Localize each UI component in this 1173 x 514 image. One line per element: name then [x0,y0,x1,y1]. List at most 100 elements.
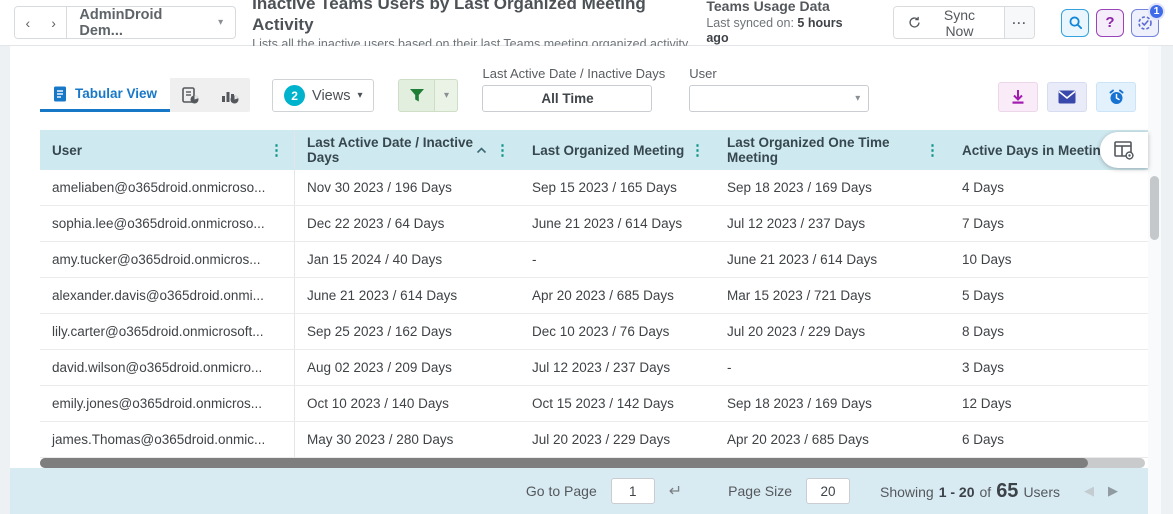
data-grid: User ⋮ Last Active Date / Inactive Days ⋮ La… [40,130,1148,458]
more-options-button[interactable]: ··· [1004,7,1034,38]
table-cell-active-days-in-meeting: 3 Days [962,360,1005,375]
views-label: Views [312,87,351,104]
tab-tabular-view[interactable]: Tabular View [40,78,171,112]
pending-tasks-button[interactable]: 1 [1131,2,1165,37]
go-to-page-input[interactable] [610,478,655,504]
search-icon [1068,15,1083,30]
filter-funnel-icon [409,88,425,103]
triangle-right-icon: ▶ [1108,483,1118,498]
table-cell-last-active-date: May 30 2023 / 280 Days [307,432,454,447]
download-icon [1010,89,1026,105]
page-size-input[interactable] [805,478,850,504]
tab-report-view[interactable] [170,78,210,112]
chevron-down-icon: ▾ [443,90,449,101]
column-settings-button[interactable] [1100,132,1148,168]
user-filter-dropdown[interactable]: ▾ [689,85,870,112]
chevron-left-icon: ‹ [25,14,31,31]
horizontal-scrollbar-thumb[interactable] [40,458,1088,468]
column-menu-icon[interactable]: ⋮ [690,143,705,158]
table-row[interactable]: david.wilson@o365droid.onmicro... Aug 02 … [40,350,1148,386]
last-active-date-filter-input[interactable] [482,85,653,112]
filter-field-user: User ▾ [689,66,870,112]
table-row[interactable]: sophia.lee@o365droid.onmicroso... Dec 22 … [40,206,1148,242]
table-row[interactable]: lily.carter@o365droid.onmicrosoft... Sep … [40,314,1148,350]
filter-button[interactable] [398,79,436,112]
page-title: Inactive Teams Users by Last Organized M… [252,0,646,34]
table-cell-last-organized-one-time-meeting: Jul 20 2023 / 229 Days [727,324,866,339]
forward-button[interactable]: › [40,7,67,38]
table-row[interactable]: amy.tucker@o365droid.onmicros... Jan 15 2… [40,242,1148,278]
download-button[interactable] [998,82,1038,112]
bar-chart-pie-icon [221,87,239,104]
column-header-user[interactable]: User ⋮ [40,130,295,170]
column-menu-icon[interactable]: ⋮ [495,143,510,158]
of-label: of [979,483,992,500]
table-cell-last-organized-meeting: June 21 2023 / 614 Days [532,216,683,231]
page-size-label: Page Size [728,483,792,499]
back-button[interactable]: ‹ [15,7,41,38]
tenant-dropdown[interactable]: AdminDroid Dem... ▾ [66,7,235,38]
chevron-down-icon: ▾ [357,90,363,101]
table-cell-user: ameliaben@o365droid.onmicroso... [40,170,295,205]
table-cell-user: lily.carter@o365droid.onmicrosoft... [40,314,295,349]
previous-page-button[interactable]: ◀ [1084,483,1094,499]
document-pie-icon [181,86,199,104]
global-search-button[interactable] [1061,8,1089,37]
table-cell-last-organized-meeting: Apr 20 2023 / 685 Days [532,288,674,303]
triangle-left-icon: ◀ [1084,483,1094,498]
chevron-down-icon: ▾ [218,17,224,28]
table-cell-active-days-in-meeting: 12 Days [962,396,1012,411]
table-row[interactable]: james.Thomas@o365droid.onmic... May 30 20… [40,422,1148,458]
report-toolbar: Tabular View 2 Views ▾ ▾ Last Active Dat… [10,46,1148,112]
views-dropdown-button[interactable]: 2 Views ▾ [272,79,375,112]
schedule-alert-button[interactable] [1096,82,1136,112]
unit-label: Users [1023,483,1060,500]
filter-field-last-active: Last Active Date / Inactive Days [482,66,665,112]
table-cell-last-active-date: Aug 02 2023 / 209 Days [307,360,452,375]
chevron-down-icon: ▾ [855,93,861,104]
envelope-icon [1058,90,1076,104]
table-cell-last-organized-meeting: Jul 12 2023 / 237 Days [532,360,671,375]
table-row[interactable]: ameliaben@o365droid.onmicroso... Nov 30 2… [40,170,1148,206]
column-header-last-organized-meeting[interactable]: Last Organized Meeting ⋮ [520,130,715,170]
column-header-last-organized-one-time-meeting[interactable]: Last Organized One Time Meeting ⋮ [715,130,950,170]
last-synced-label: Last synced on: [706,15,794,30]
table-body: ameliaben@o365droid.onmicroso... Nov 30 2… [40,170,1148,458]
table-cell-last-organized-meeting: Oct 15 2023 / 142 Days [532,396,674,411]
sync-button-group: Sync Now ··· [892,6,1035,39]
next-page-button[interactable]: ▶ [1108,483,1118,499]
table-cell-last-organized-meeting: Jul 20 2023 / 229 Days [532,432,671,447]
horizontal-scrollbar[interactable] [40,458,1145,468]
email-button[interactable] [1047,82,1087,112]
filter-label: Last Active Date / Inactive Days [482,66,666,81]
table-cell-last-organized-one-time-meeting: Jul 12 2023 / 237 Days [727,216,866,231]
question-mark-icon: ? [1105,14,1115,31]
pagination-bar: Go to Page ↵ Page Size Showing 1 - 20 of… [10,468,1148,514]
return-arrow-icon[interactable]: ↵ [669,481,682,501]
filter-dropdown-button[interactable]: ▾ [435,79,459,112]
table-row[interactable]: emily.jones@o365droid.onmicros... Oct 10 … [40,386,1148,422]
column-menu-icon[interactable]: ⋮ [925,143,940,158]
table-row[interactable]: alexander.davis@o365droid.onmi... June 21… [40,278,1148,314]
table-cell-active-days-in-meeting: 7 Days [962,216,1005,231]
showing-label: Showing [879,483,934,500]
column-menu-icon[interactable]: ⋮ [269,143,284,158]
column-label: Last Active Date / Inactive Days [307,135,474,165]
tab-chart-view[interactable] [210,78,250,112]
table-cell-active-days-in-meeting: 10 Days [962,252,1012,267]
document-icon [53,86,67,102]
vertical-scrollbar-thumb[interactable] [1150,176,1159,240]
filter-split-button: ▾ [398,79,459,112]
table-cell-user: sophia.lee@o365droid.onmicroso... [40,206,295,241]
filter-label: User [689,66,717,81]
help-button[interactable]: ? [1096,8,1124,37]
report-nav-group: ‹ › AdminDroid Dem... ▾ [14,6,237,39]
table-cell-last-organized-meeting: - [532,252,537,267]
content-panel: Tabular View 2 Views ▾ ▾ Last Active Dat… [10,46,1148,514]
tenant-name: AdminDroid Dem... [79,6,163,39]
column-label: Last Organized One Time Meeting [727,135,890,165]
column-header-last-active-date[interactable]: Last Active Date / Inactive Days ⋮ [295,130,520,170]
vertical-scrollbar[interactable] [1148,46,1161,514]
table-cell-last-organized-meeting: Dec 10 2023 / 76 Days [532,324,670,339]
sync-now-button[interactable]: Sync Now [893,7,1005,38]
